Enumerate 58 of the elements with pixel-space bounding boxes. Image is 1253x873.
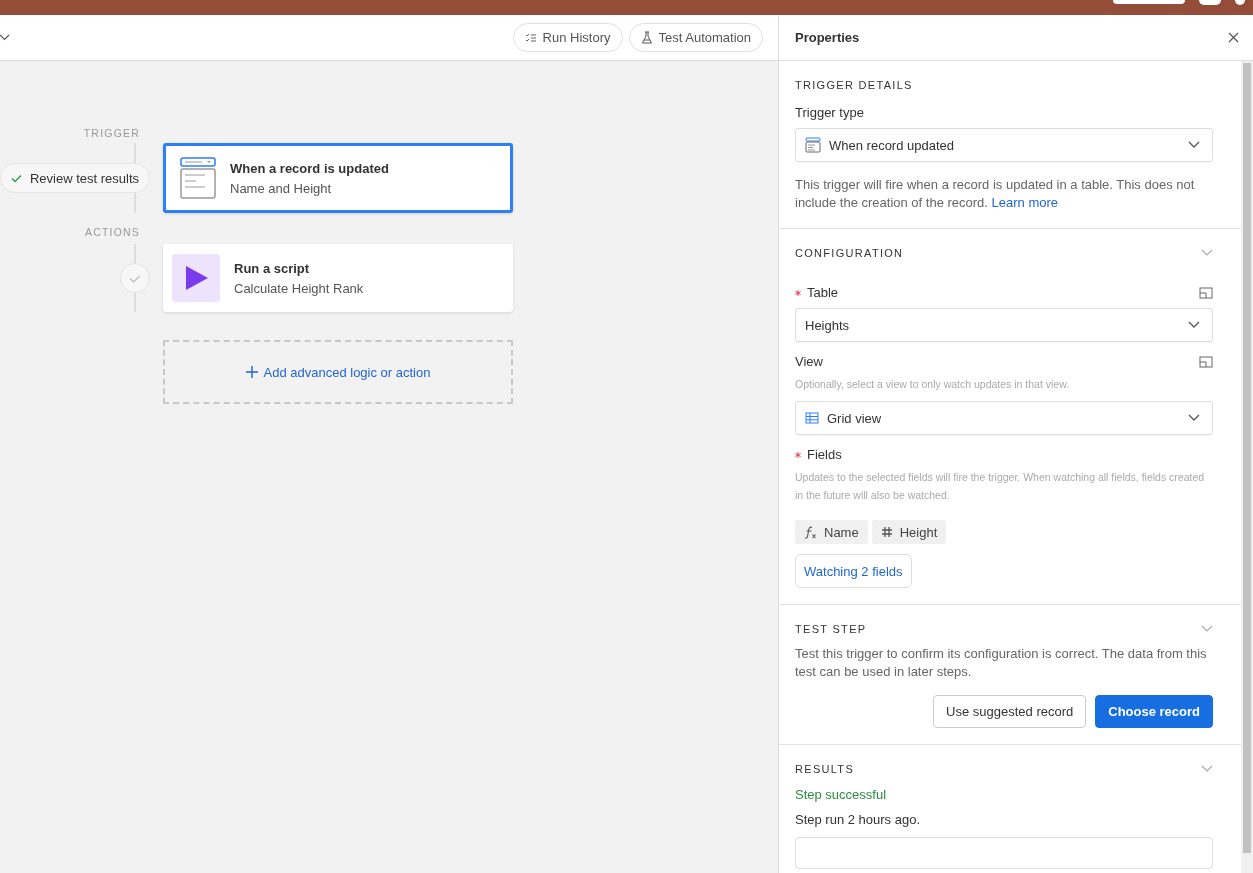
test-description: Test this trigger to confirm its configuration is correct. The data from this test can be used in later steps.: [795, 645, 1208, 681]
step-card[interactable]: Run a script Calculate Height Rank: [163, 244, 513, 312]
step-title: Run a script: [234, 260, 311, 276]
flask-icon: [640, 31, 653, 44]
trigger-description: This trigger will fire when a record is updated in a table. This does not include the creation of the record. Learn more: [795, 176, 1196, 212]
checklist-icon: [524, 31, 537, 44]
collapse-chevron-icon[interactable]: [1201, 765, 1213, 773]
toolbar-button[interactable]: Run History: [512, 23, 623, 52]
stage-label: TRIGGER: [83, 127, 140, 141]
field-hint: Optionally, select a view to only watch updates in that view.: [795, 377, 1071, 392]
review-test-results-button[interactable]: Review test results: [0, 163, 150, 193]
section-title: RESULTS: [795, 763, 855, 775]
collapse-chevron-icon[interactable]: [1201, 249, 1213, 257]
grid-icon: [805, 412, 819, 424]
field-label: Trigger type: [795, 105, 865, 120]
add-step-button[interactable]: Add advanced logic or action: [163, 340, 513, 404]
hash-icon: [880, 526, 893, 538]
expand-icon[interactable]: [1199, 286, 1213, 299]
plus-icon: [245, 366, 258, 378]
play-icon: [172, 254, 220, 302]
field-chip: Height: [871, 520, 947, 544]
learn-more-link[interactable]: Learn more: [991, 195, 1059, 210]
field-label: Table: [807, 285, 839, 300]
record-button[interactable]: Choose record: [1095, 695, 1213, 728]
step-title: When a record is updated: [230, 160, 389, 176]
panel-title: Properties: [795, 30, 860, 45]
field-label: View: [795, 354, 823, 369]
section-title: TEST STEP: [795, 623, 867, 635]
section-title: TRIGGER DETAILS: [795, 79, 913, 91]
field-select[interactable]: Heights: [795, 308, 1213, 342]
result-time: Step run 2 hours ago.: [795, 812, 922, 827]
stage-label: ACTIONS: [84, 226, 140, 240]
record-form-icon: [180, 157, 216, 199]
trigger-type-select[interactable]: When record updated: [795, 128, 1213, 162]
field-chip: Name: [795, 520, 868, 544]
collapse-chevron-icon[interactable]: [1201, 625, 1213, 633]
expand-icon[interactable]: [1199, 355, 1213, 368]
check-icon: [10, 173, 22, 183]
record-form-icon: [805, 137, 821, 153]
field-select[interactable]: Grid view: [795, 401, 1213, 435]
formula-icon: [804, 525, 817, 539]
field-hint: Updates to the selected fields will fire the trigger. When watching all fields, fields created in the future will also be watched.: [795, 470, 1206, 503]
chevron-down-icon: [1188, 321, 1200, 329]
close-icon[interactable]: [1228, 32, 1239, 43]
field-label: Fields: [807, 447, 842, 462]
section-title: CONFIGURATION: [795, 247, 904, 259]
result-status: Step successful: [795, 787, 888, 802]
chevron-down-icon[interactable]: [0, 34, 10, 41]
required-asterisk-icon: [795, 451, 801, 458]
step-card[interactable]: When a record is updated Name and Height: [163, 143, 513, 213]
step-subtitle: Name and Height: [230, 180, 333, 196]
chevron-down-icon: [1188, 141, 1200, 149]
required-asterisk-icon: [795, 289, 801, 296]
watching-fields-button[interactable]: Watching 2 fields: [795, 554, 912, 588]
toolbar-button[interactable]: Test Automation: [628, 23, 763, 52]
chevron-down-icon: [1188, 414, 1200, 422]
record-button[interactable]: Use suggested record: [933, 695, 1087, 728]
step-subtitle: Calculate Height Rank: [234, 280, 364, 296]
